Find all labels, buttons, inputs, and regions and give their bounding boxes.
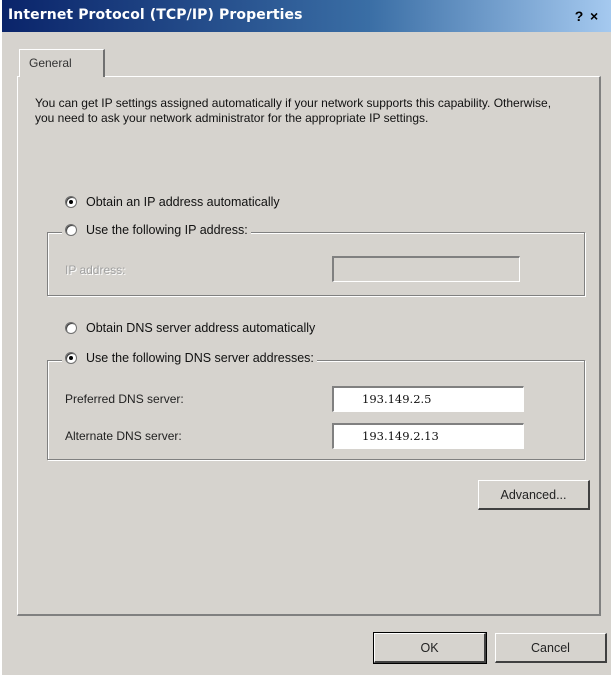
tcpip-properties-dialog: Internet Protocol (TCP/IP) Properties ? … <box>0 0 611 675</box>
ip-address-field[interactable] <box>332 256 520 282</box>
obtain-ip-auto-radio[interactable] <box>65 196 77 208</box>
description-text: You can get IP settings assigned automat… <box>35 96 552 125</box>
dialog-title: Internet Protocol (TCP/IP) Properties <box>8 7 303 23</box>
ip-address-label: IP address: <box>65 263 126 277</box>
advanced-button[interactable]: Advanced... <box>478 480 590 510</box>
cancel-button[interactable]: Cancel <box>495 633 607 663</box>
use-following-dns-radio[interactable] <box>65 352 77 364</box>
use-following-dns-option[interactable]: Use the following DNS server addresses: <box>62 351 317 365</box>
help-icon[interactable]: ? <box>568 5 590 27</box>
tab-general[interactable]: General <box>19 49 105 77</box>
close-icon[interactable]: × <box>590 5 608 27</box>
preferred-dns-field[interactable]: 193.149.2.5 <box>332 386 524 412</box>
tab-general-label: General <box>29 56 72 70</box>
alternate-dns-field[interactable]: 193.149.2.13 <box>332 423 524 449</box>
ok-button[interactable]: OK <box>373 632 487 664</box>
obtain-ip-auto-option[interactable]: Obtain an IP address automatically <box>65 195 280 209</box>
use-following-ip-radio[interactable] <box>65 224 77 236</box>
obtain-dns-auto-radio[interactable] <box>65 322 77 334</box>
obtain-ip-auto-label: Obtain an IP address automatically <box>86 195 280 209</box>
alternate-dns-label: Alternate DNS server: <box>65 429 182 443</box>
preferred-dns-label: Preferred DNS server: <box>65 392 184 406</box>
use-following-dns-label: Use the following DNS server addresses: <box>86 351 314 365</box>
use-following-ip-label: Use the following IP address: <box>86 223 248 237</box>
obtain-dns-auto-label: Obtain DNS server address automatically <box>86 321 316 335</box>
use-following-ip-option[interactable]: Use the following IP address: <box>62 223 251 237</box>
title-bar[interactable]: Internet Protocol (TCP/IP) Properties ? … <box>2 0 611 32</box>
obtain-dns-auto-option[interactable]: Obtain DNS server address automatically <box>65 321 315 335</box>
general-tab-panel <box>17 76 601 616</box>
